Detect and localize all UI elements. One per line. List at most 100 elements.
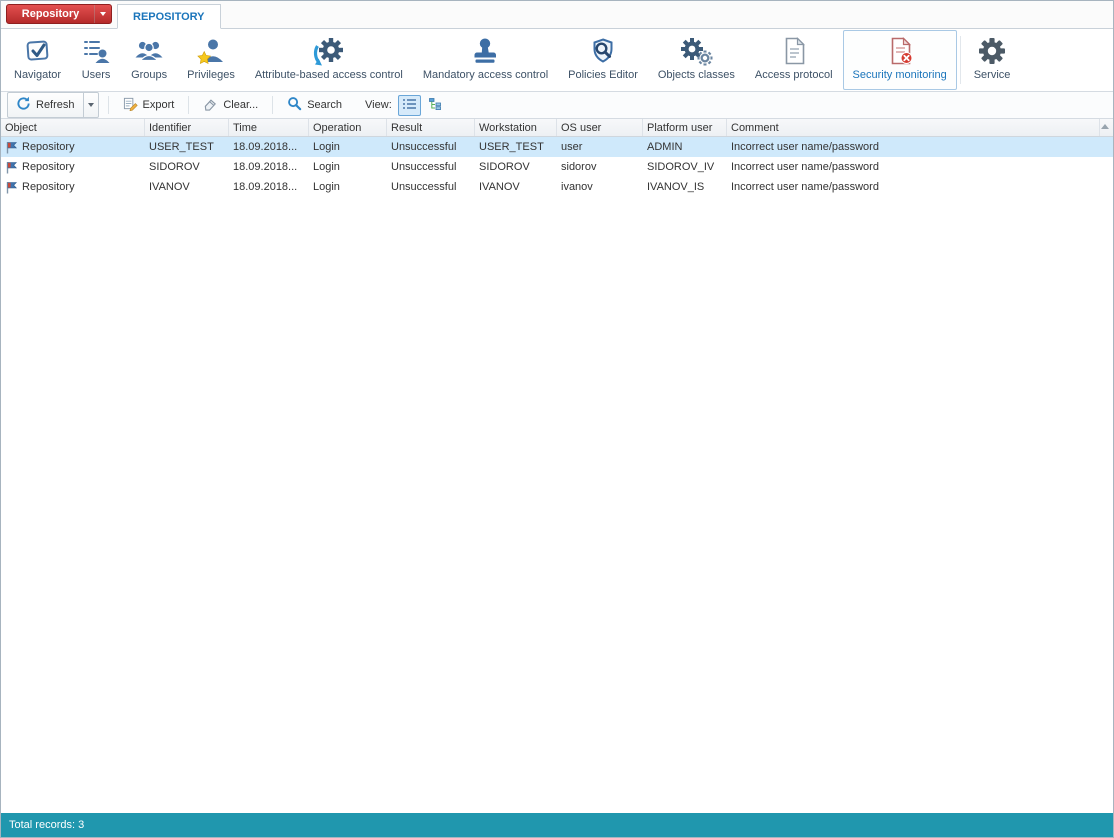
ribbon-item-label: Privileges <box>187 69 235 81</box>
tab-strip: Repository REPOSITORY <box>1 1 1113 29</box>
document-error-icon <box>885 34 915 67</box>
table-cell: Unsuccessful <box>387 161 475 173</box>
table-cell: SIDOROV <box>475 161 557 173</box>
ribbon-item-label: Service <box>974 69 1011 81</box>
table-cell: ivanov <box>557 181 643 193</box>
ribbon-item-label: Policies Editor <box>568 69 638 81</box>
column-header-workstation[interactable]: Workstation <box>475 119 557 136</box>
ribbon-item-attribute-based-access-control[interactable]: Attribute-based access control <box>245 30 413 90</box>
clear-label: Clear... <box>223 99 258 111</box>
ribbon-item-privileges[interactable]: Privileges <box>177 30 245 90</box>
gear-icon <box>977 34 1007 67</box>
ribbon-item-label: Objects classes <box>658 69 735 81</box>
log-grid: ObjectIdentifierTimeOperationResultWorks… <box>1 119 1113 813</box>
status-bar: Total records: 3 <box>1 813 1113 837</box>
view-label: View: <box>365 99 392 111</box>
table-cell: IVANOV <box>145 181 229 193</box>
stamp-icon <box>470 34 500 67</box>
table-cell: Repository <box>1 141 145 154</box>
table-cell: Login <box>309 161 387 173</box>
abac-gear-icon <box>311 34 347 67</box>
ribbon-item-objects-classes[interactable]: Objects classes <box>648 30 745 90</box>
column-header-result[interactable]: Result <box>387 119 475 136</box>
ribbon-item-label: Groups <box>131 69 167 81</box>
tab-repository[interactable]: REPOSITORY <box>117 4 221 29</box>
column-header-object[interactable]: Object <box>1 119 145 136</box>
table-cell: user <box>557 141 643 153</box>
column-header-platform-user[interactable]: Platform user <box>643 119 727 136</box>
ribbon-item-navigator[interactable]: Navigator <box>4 30 71 90</box>
table-cell: SIDOROV_IV <box>643 161 727 173</box>
repository-flag-icon <box>5 161 18 174</box>
repository-flag-icon <box>5 181 18 194</box>
ribbon-item-security-monitoring[interactable]: Security monitoring <box>843 30 957 90</box>
export-button[interactable]: Export <box>114 92 184 118</box>
tab-label: REPOSITORY <box>133 11 205 23</box>
ribbon-item-groups[interactable]: Groups <box>121 30 177 90</box>
refresh-label: Refresh <box>36 99 75 111</box>
ribbon-item-service[interactable]: Service <box>964 30 1021 90</box>
repository-menu-label: Repository <box>7 8 94 20</box>
chevron-down-icon <box>100 12 106 16</box>
toolbar-separator <box>188 96 189 114</box>
chevron-down-icon <box>88 103 94 107</box>
tree-view-icon <box>429 98 444 113</box>
ribbon-item-mandatory-access-control[interactable]: Mandatory access control <box>413 30 558 90</box>
repository-flag-icon <box>5 141 18 154</box>
table-row[interactable]: RepositoryIVANOV18.09.2018...LoginUnsucc… <box>1 177 1113 197</box>
shield-magnifier-icon <box>588 34 618 67</box>
table-cell: SIDOROV <box>145 161 229 173</box>
refresh-button[interactable]: Refresh <box>8 93 83 117</box>
table-cell: sidorov <box>557 161 643 173</box>
search-button[interactable]: Search <box>278 92 351 118</box>
table-cell: 18.09.2018... <box>229 181 309 193</box>
repository-menu-button[interactable]: Repository <box>6 4 112 24</box>
scroll-up-arrow[interactable] <box>1101 124 1109 129</box>
view-list-button[interactable] <box>398 95 421 116</box>
total-records-label: Total records: 3 <box>9 819 84 831</box>
column-header-operation[interactable]: Operation <box>309 119 387 136</box>
table-cell: Incorrect user name/password <box>727 161 1113 173</box>
gears-icon <box>679 34 713 67</box>
table-cell: IVANOV_IS <box>643 181 727 193</box>
repository-menu-dropdown[interactable] <box>95 12 111 16</box>
ribbon-item-label: Mandatory access control <box>423 69 548 81</box>
table-cell: 18.09.2018... <box>229 161 309 173</box>
ribbon-item-label: Access protocol <box>755 69 833 81</box>
refresh-icon <box>16 96 31 114</box>
export-label: Export <box>143 99 175 111</box>
clear-button[interactable]: Clear... <box>194 92 267 118</box>
ribbon-item-label: Security monitoring <box>853 69 947 81</box>
table-row[interactable]: RepositorySIDOROV18.09.2018...LoginUnsuc… <box>1 157 1113 177</box>
table-cell: Unsuccessful <box>387 141 475 153</box>
table-body: RepositoryUSER_TEST18.09.2018...LoginUns… <box>1 137 1113 813</box>
table-cell: Unsuccessful <box>387 181 475 193</box>
search-icon <box>287 96 302 114</box>
users-icon <box>81 34 111 67</box>
ribbon-item-access-protocol[interactable]: Access protocol <box>745 30 843 90</box>
app-window: Repository REPOSITORY Navigator Users Gr… <box>0 0 1114 838</box>
navigator-icon <box>23 34 53 67</box>
refresh-dropdown-button[interactable] <box>83 93 98 117</box>
ribbon-item-users[interactable]: Users <box>71 30 121 90</box>
toolbar-separator <box>108 96 109 114</box>
table-cell: Repository <box>1 161 145 174</box>
table-cell: Login <box>309 181 387 193</box>
refresh-split-button: Refresh <box>7 92 99 118</box>
table-row[interactable]: RepositoryUSER_TEST18.09.2018...LoginUns… <box>1 137 1113 157</box>
table-header-row: ObjectIdentifierTimeOperationResultWorks… <box>1 119 1113 137</box>
table-cell: USER_TEST <box>475 141 557 153</box>
column-header-comment[interactable]: Comment <box>727 119 1100 136</box>
eraser-icon <box>203 96 218 114</box>
table-cell: USER_TEST <box>145 141 229 153</box>
table-cell: Repository <box>1 181 145 194</box>
column-header-identifier[interactable]: Identifier <box>145 119 229 136</box>
action-toolbar: Refresh Export Clear... Search View: <box>1 92 1113 119</box>
column-header-os-user[interactable]: OS user <box>557 119 643 136</box>
view-tree-button[interactable] <box>425 95 448 116</box>
groups-icon <box>134 34 164 67</box>
table-cell: Login <box>309 141 387 153</box>
ribbon-item-policies-editor[interactable]: Policies Editor <box>558 30 648 90</box>
ribbon-item-label: Users <box>82 69 111 81</box>
column-header-time[interactable]: Time <box>229 119 309 136</box>
